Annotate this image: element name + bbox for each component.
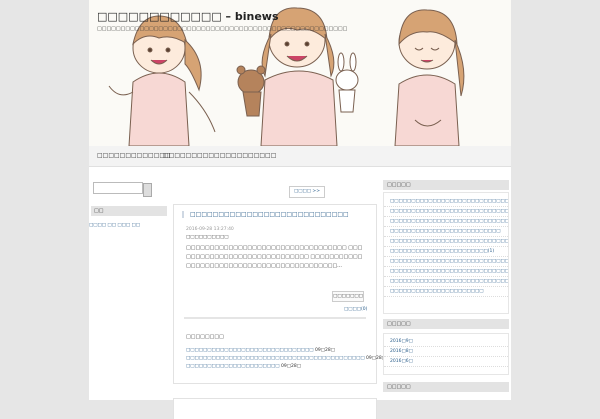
archive-title: □□□□□ bbox=[383, 319, 509, 329]
site-description: □□□□□□□□□□□□□□□□□□□□□□□□□□□□□□□□□□□□□□□□… bbox=[97, 26, 348, 32]
post-category[interactable]: □□□□□□□□□□ bbox=[186, 235, 229, 240]
related-title: □□□□□□□□ bbox=[186, 334, 224, 340]
related-link[interactable]: □□□□□□□□□□□□□□□□□□□□□□□□□□□□□□ bbox=[186, 348, 314, 353]
search-button[interactable] bbox=[143, 183, 152, 197]
recent-post-link[interactable]: □□□□□□□□□□□□□□□□□□□□□□ bbox=[384, 287, 508, 297]
post-card: □□□□□□□□□□□□□□□□□□□□□□□□□□□□ 2016-09-28 … bbox=[173, 204, 386, 384]
related-link[interactable]: □□□□□□□□□□□□□□□□□□□□□□ bbox=[186, 364, 280, 369]
recent-post-link[interactable]: □□□□□□□□□□□□□□□□□□□□□□□□□□□□□□ bbox=[384, 207, 508, 217]
recent-post-link[interactable]: □□□□□□□□□□□□□□□□□□□□□□□□□□□□□□□□□□□□□□□ bbox=[384, 217, 508, 227]
nav-item-1[interactable]: □□□□□□□□□□□□□ bbox=[97, 152, 171, 159]
recent-posts-list: □□□□□□□□□□□□□□□□□□□□□□□□□□□□□ □□□□□□□□□□… bbox=[383, 192, 509, 314]
page-container: □□□□□□□□□□□□ – binews □□□□□□□□□□□□□□□□□□… bbox=[89, 0, 511, 419]
recent-post-link[interactable]: □□□□□□□□□□□□□□□□□□□□□□□□□□□□□□□□□□ bbox=[384, 277, 508, 287]
search-input[interactable] bbox=[93, 182, 143, 194]
post-date: 2016-09-28 13:27:40 bbox=[186, 227, 234, 232]
recent-post-link[interactable]: □□□□□□□□□□□□□□□□□□□□□□□□□□□□ bbox=[384, 257, 508, 267]
related-date: 09□28□ bbox=[280, 364, 301, 369]
related-item[interactable]: □□□□□□□□□□□□□□□□□□□□□□□□□□□□□□ 09□28□ bbox=[186, 348, 335, 353]
nav-item-2[interactable]: □□□□□□□□□□□□□□□□□□□□ bbox=[163, 152, 276, 159]
nav-bar: □□□□□□□□□□□□□ □□□□□□□□□□□□□□□□□□□□ bbox=[89, 146, 511, 167]
next-page-button[interactable]: □□□□ >> bbox=[289, 186, 325, 198]
left-widget-link[interactable]: □□□□ □□ □□□ □□ bbox=[89, 223, 140, 228]
site-title[interactable]: □□□□□□□□□□□□ – binews bbox=[97, 10, 279, 23]
category-title: □□□□□ bbox=[383, 382, 509, 392]
post-card-next bbox=[173, 398, 377, 419]
archive-link[interactable]: 2016□9□ bbox=[384, 337, 508, 347]
left-widget-title: □□ bbox=[91, 206, 167, 216]
site-header: □□□□□□□□□□□□ – binews □□□□□□□□□□□□□□□□□□… bbox=[89, 0, 511, 146]
related-link[interactable]: □□□□□□□□□□□□□□□□□□□□□□□□□□□□□□□□□□□□□□□□… bbox=[186, 356, 365, 361]
archive-link[interactable]: 2016□8□ bbox=[384, 347, 508, 357]
recent-post-link[interactable]: □□□□□□□□□□□□□□□□□□□□□□□(1) bbox=[384, 247, 508, 257]
recent-post-link[interactable]: □□□□□□□□□□□□□□□□□□□□□□□□□□□□□□□□□□□□□□ bbox=[384, 267, 508, 277]
related-item[interactable]: □□□□□□□□□□□□□□□□□□□□□□ 09□28□ bbox=[186, 364, 301, 369]
post-title[interactable]: □□□□□□□□□□□□□□□□□□□□□□□□□□□□ bbox=[182, 211, 376, 218]
post-divider bbox=[184, 317, 366, 319]
comments-link[interactable]: □□□□(0) bbox=[344, 307, 367, 312]
recent-posts-title: □□□□□ bbox=[383, 180, 509, 190]
related-item[interactable]: □□□□□□□□□□□□□□□□□□□□□□□□□□□□□□□□□□□□□□□□… bbox=[186, 356, 386, 361]
related-date: 09□28□ bbox=[315, 348, 335, 353]
recent-post-link[interactable]: □□□□□□□□□□□□□□□□□□□□□□□□□□ bbox=[384, 227, 508, 237]
recent-post-link[interactable]: □□□□□□□□□□□□□□□□□□□□□□□□□□□□□ bbox=[384, 197, 508, 207]
archive-list: 2016□9□ 2016□8□ 2016□6□ bbox=[383, 333, 509, 375]
read-more-button[interactable]: □□□□□□□ bbox=[332, 291, 364, 302]
archive-link[interactable]: 2016□6□ bbox=[384, 357, 508, 367]
recent-post-link[interactable]: □□□□□□□□□□□□□□□□□□□□□□□□□□□□□□□□ bbox=[384, 237, 508, 247]
post-excerpt: □□□□□□□□□□□□□□□□□□□□□□□□□□□□□□□□□□ □□□□□… bbox=[186, 245, 363, 269]
